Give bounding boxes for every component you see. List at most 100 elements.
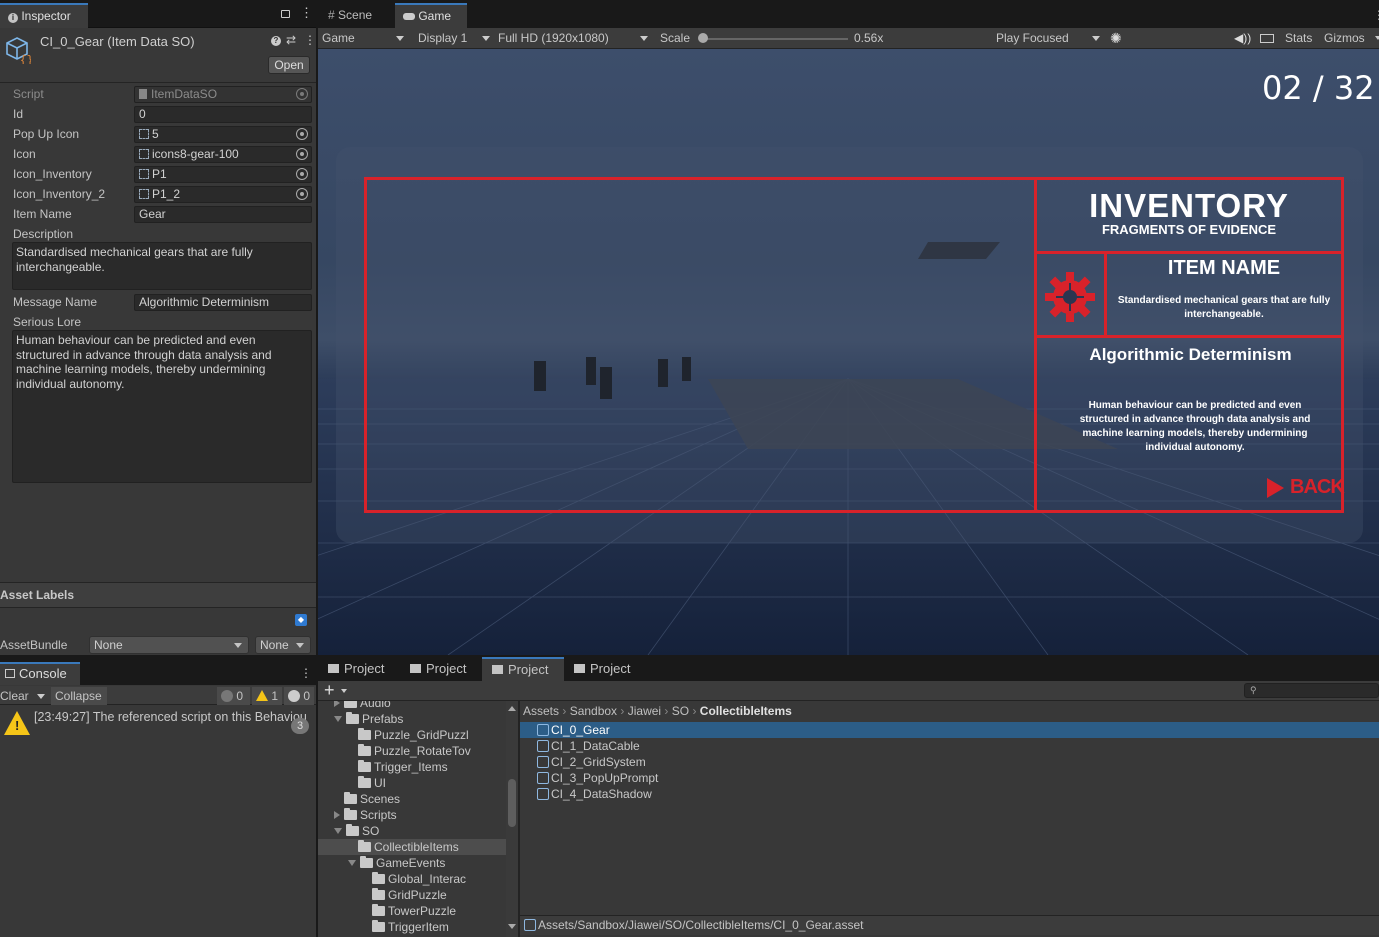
field-icon[interactable]: icons8-gear-100 [134,146,312,163]
assetbundle-dropdown[interactable]: None [89,636,249,654]
keyboard-icon[interactable] [1260,29,1274,48]
add-asset-button[interactable]: + [324,680,335,700]
project-search-input[interactable]: ⚲ [1244,683,1379,698]
tree-scroll-thumb[interactable] [508,779,516,827]
label-tag-icon[interactable]: ◆ [295,614,307,626]
play-mode-dropdown[interactable]: Play Focused [996,29,1100,48]
tree-item[interactable]: Scripts [318,807,506,823]
folder-icon [358,840,371,852]
tree-item[interactable]: CollectibleItems [318,839,506,855]
warning-filter[interactable]: 1 [252,687,282,705]
tree-item[interactable]: Puzzle_GridPuzzl [318,727,506,743]
breadcrumb-item[interactable]: CollectibleItems [700,704,792,718]
tree-item[interactable]: Global_Interac [318,871,506,887]
object-picker-icon[interactable] [296,128,308,140]
tree-item[interactable]: Prefabs [318,711,506,727]
tree-item[interactable]: GridPuzzle [318,887,506,903]
asset-labels-title[interactable]: Asset Labels [0,588,74,602]
scale-value: 0.56x [854,31,884,45]
field-description[interactable]: Standardised mechanical gears that are f… [12,242,312,290]
field-item-name[interactable]: Gear [134,206,312,223]
tree-item[interactable]: Puzzle_RotateTov [318,743,506,759]
asset-item[interactable]: CI_3_PopUpPrompt [520,770,1379,786]
assetbundle-variant-dropdown[interactable]: None [255,636,311,654]
help-icon[interactable]: ? [271,36,281,46]
collapse-button[interactable]: Collapse [51,687,107,705]
error-filter[interactable]: 0 [284,687,314,705]
resolution-dropdown[interactable]: Full HD (1920x1080) [498,29,648,48]
lock-icon[interactable] [281,10,290,18]
asset-item[interactable]: CI_4_DataShadow [520,786,1379,802]
breadcrumb-item[interactable]: Jiawei [628,704,661,718]
asset-item[interactable]: CI_2_GridSystem [520,754,1379,770]
grid-icon: # [328,8,335,22]
chevron-down-icon[interactable] [348,860,356,866]
preset-icon[interactable]: ⇄ [286,33,296,47]
scriptable-object-icon [537,724,549,736]
tab-project-1[interactable]: Project [318,657,384,681]
breadcrumb-item[interactable]: Assets [523,704,559,718]
object-picker-icon[interactable] [296,188,308,200]
field-script[interactable]: ItemDataSO [134,86,312,103]
tab-project-3[interactable]: Project [482,657,564,681]
gizmos-chevron-icon[interactable] [1375,36,1379,40]
game-mode-dropdown[interactable]: Game [322,29,406,48]
object-picker-icon[interactable] [296,148,308,160]
warning-count: 1 [271,689,279,703]
tree-scrollbar[interactable] [506,701,518,937]
open-button[interactable]: Open [268,56,310,74]
chevron-down-icon[interactable] [334,828,342,834]
chevron-right-icon[interactable] [334,811,340,819]
field-icon-inventory-2[interactable]: P1_2 [134,186,312,203]
asset-item[interactable]: CI_1_DataCable [520,738,1379,754]
game-more-icon[interactable]: ⋮ [1373,8,1379,22]
tree-item-label: GameEvents [376,856,446,870]
field-icon-inventory[interactable]: P1 [134,166,312,183]
clear-button[interactable]: Clear [0,688,29,704]
object-picker-icon[interactable] [296,168,308,180]
tree-item[interactable]: SO [318,823,506,839]
tree-item[interactable]: Scenes [318,791,506,807]
tab-project-4[interactable]: Project [564,657,630,681]
tree-item[interactable]: Audio [318,701,506,711]
object-picker-icon[interactable] [296,88,308,100]
breadcrumb-item[interactable]: Sandbox [570,704,617,718]
console-more-icon[interactable]: ⋮ [300,666,312,680]
bug-icon[interactable]: ✺ [1110,29,1122,48]
tab-console[interactable]: Console [0,662,80,685]
clear-options-icon[interactable] [37,694,45,699]
chevron-right-icon[interactable] [334,701,340,707]
tree-item[interactable]: UI [318,775,506,791]
console-log-row[interactable]: ! [23:49:27] The referenced script on th… [0,707,316,743]
asset-item[interactable]: CI_0_Gear [520,722,1379,738]
breadcrumb-item[interactable]: SO [672,704,689,718]
tab-project-2[interactable]: Project [400,657,466,681]
scale-slider-track[interactable] [701,38,848,40]
display-dropdown[interactable]: Display 1 [418,29,490,48]
field-popup-icon[interactable]: 5 [134,126,312,143]
mute-audio-icon[interactable]: ◀)) [1234,29,1251,48]
chevron-down-icon[interactable] [334,716,342,722]
field-message-name[interactable]: Algorithmic Determinism [134,294,312,311]
tab-inspector[interactable]: i Inspector [0,3,88,28]
context-menu-icon[interactable]: ⋮ [304,33,316,47]
game-viewport[interactable]: 02 / 32 INVENTORY FRAGMENTS OF EVIDENCE … [318,49,1379,655]
scale-slider-thumb[interactable] [698,33,708,43]
stats-button[interactable]: Stats [1285,29,1312,48]
gizmos-button[interactable]: Gizmos [1324,29,1365,48]
tree-scroll-down-icon[interactable] [508,924,516,929]
tree-item[interactable]: Trigger_Items [318,759,506,775]
chevron-down-icon [396,36,404,41]
info-filter[interactable]: 0 [217,687,250,705]
tree-scroll-up-icon[interactable] [508,706,516,711]
back-button[interactable]: BACK [1266,476,1345,500]
tree-item[interactable]: TowerPuzzle [318,903,506,919]
field-serious-lore[interactable]: Human behaviour can be predicted and eve… [12,330,312,483]
more-menu-icon[interactable]: ⋮ [300,6,313,19]
tab-scene[interactable]: # Scene [320,3,380,28]
tree-item[interactable]: GameEvents [318,855,506,871]
field-id[interactable]: 0 [134,106,312,123]
tree-item[interactable]: TriggerItem [318,919,506,935]
add-asset-chevron-icon[interactable] [341,689,347,693]
tab-game[interactable]: Game [395,3,467,28]
